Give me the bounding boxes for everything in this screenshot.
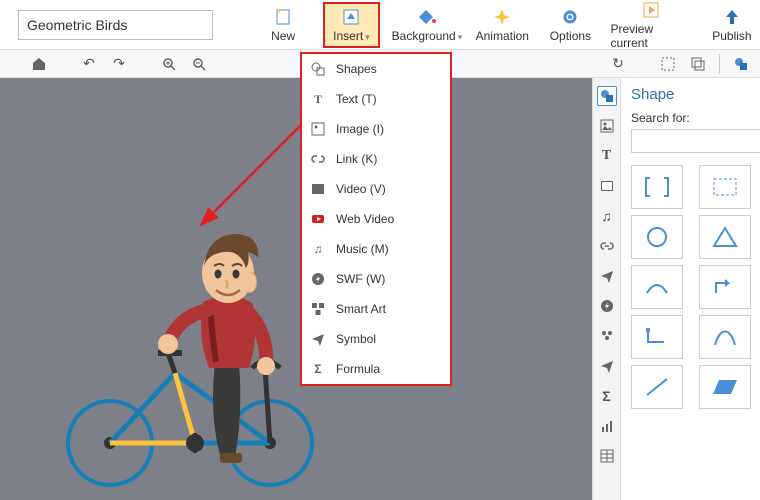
menu-music[interactable]: ♫Music (M) — [302, 234, 450, 264]
shape-select-rect[interactable] — [699, 165, 751, 209]
flash-icon — [310, 271, 326, 287]
new-button[interactable]: New — [255, 2, 311, 48]
bucket-icon — [416, 7, 438, 27]
youtube-icon — [310, 211, 326, 227]
shape-triangle[interactable] — [699, 215, 751, 259]
insert-dropdown-menu: Shapes TText (T) Image (I) Link (K) Vide… — [300, 52, 452, 386]
palette-group-button[interactable] — [597, 326, 617, 346]
menu-image[interactable]: Image (I) — [302, 114, 450, 144]
text-icon: T — [310, 91, 326, 107]
menu-smartart[interactable]: Smart Art — [302, 294, 450, 324]
play-icon — [640, 0, 662, 20]
palette-text-button[interactable]: T — [597, 146, 617, 166]
palette-table-button[interactable] — [597, 446, 617, 466]
home-button[interactable] — [28, 53, 50, 75]
document-title-input[interactable] — [18, 10, 213, 40]
menu-webvideo[interactable]: Web Video — [302, 204, 450, 234]
shapes-icon — [310, 61, 326, 77]
smartart-icon — [310, 301, 326, 317]
video-icon — [310, 181, 326, 197]
insert-icon — [340, 7, 362, 27]
shape-grid — [621, 159, 760, 415]
palette-formula-button[interactable]: Σ — [597, 386, 617, 406]
shape-curve[interactable] — [699, 315, 751, 359]
shape-brackets[interactable] — [631, 165, 683, 209]
music-icon: ♫ — [310, 241, 326, 257]
zoom-out-button[interactable] — [188, 53, 210, 75]
divider — [719, 54, 720, 74]
figure-illustration — [60, 218, 330, 498]
palette-link-button[interactable] — [597, 236, 617, 256]
canvas-area[interactable] — [0, 78, 592, 500]
shape-elbow-connector[interactable] — [631, 315, 683, 359]
menu-shapes[interactable]: Shapes — [302, 54, 450, 84]
menu-link[interactable]: Link (K) — [302, 144, 450, 174]
sigma-icon: Σ — [310, 361, 326, 377]
menu-formula[interactable]: ΣFormula — [302, 354, 450, 384]
shape-arc[interactable] — [631, 265, 683, 309]
shape-parallelogram[interactable] — [699, 365, 751, 409]
image-icon — [310, 121, 326, 137]
shape-bent-arrow[interactable] — [699, 265, 751, 309]
shape-panel-title: Shape — [621, 78, 760, 111]
palette-shape-button[interactable] — [597, 86, 617, 106]
menu-video[interactable]: Video (V) — [302, 174, 450, 204]
overlap-button[interactable] — [687, 53, 709, 75]
preview-button[interactable]: Preview current — [610, 2, 691, 48]
vertical-tool-palette: T ♫ Σ — [592, 78, 620, 500]
menu-swf[interactable]: SWF (W) — [302, 264, 450, 294]
publish-button[interactable]: Publish — [704, 2, 760, 48]
background-button[interactable]: Background▾ — [392, 2, 463, 48]
sparkle-icon — [491, 7, 513, 27]
palette-symbol-button[interactable] — [597, 356, 617, 376]
palette-video-button[interactable] — [597, 176, 617, 196]
zoom-in-button[interactable] — [158, 53, 180, 75]
animation-button[interactable]: Animation — [474, 2, 530, 48]
undo-button[interactable]: ↶ — [78, 53, 100, 75]
ribbon-toolbar: New Insert▾ Background▾ Animation Option… — [0, 0, 760, 50]
insert-button[interactable]: Insert▾ — [323, 2, 379, 48]
redo-button[interactable]: ↷ — [108, 53, 130, 75]
shape-panel: Shape Search for: — [620, 78, 760, 500]
palette-plane-button[interactable] — [597, 266, 617, 286]
menu-symbol[interactable]: Symbol — [302, 324, 450, 354]
search-label: Search for: — [621, 111, 760, 129]
shape-diag-line[interactable] — [631, 365, 683, 409]
upload-icon — [721, 7, 743, 27]
link-icon — [310, 151, 326, 167]
shape-search-input[interactable] — [631, 129, 760, 153]
gear-icon — [559, 7, 581, 27]
fit-button[interactable] — [657, 53, 679, 75]
menu-text[interactable]: TText (T) — [302, 84, 450, 114]
palette-music-button[interactable]: ♫ — [597, 206, 617, 226]
palette-flash-button[interactable] — [597, 296, 617, 316]
shape-mode-button[interactable] — [730, 53, 752, 75]
palette-chart-button[interactable] — [597, 416, 617, 436]
new-page-icon — [272, 7, 294, 27]
reload-button[interactable]: ↻ — [607, 53, 629, 75]
options-button[interactable]: Options — [542, 2, 598, 48]
palette-image-button[interactable] — [597, 116, 617, 136]
symbol-icon — [310, 331, 326, 347]
shape-circle[interactable] — [631, 215, 683, 259]
